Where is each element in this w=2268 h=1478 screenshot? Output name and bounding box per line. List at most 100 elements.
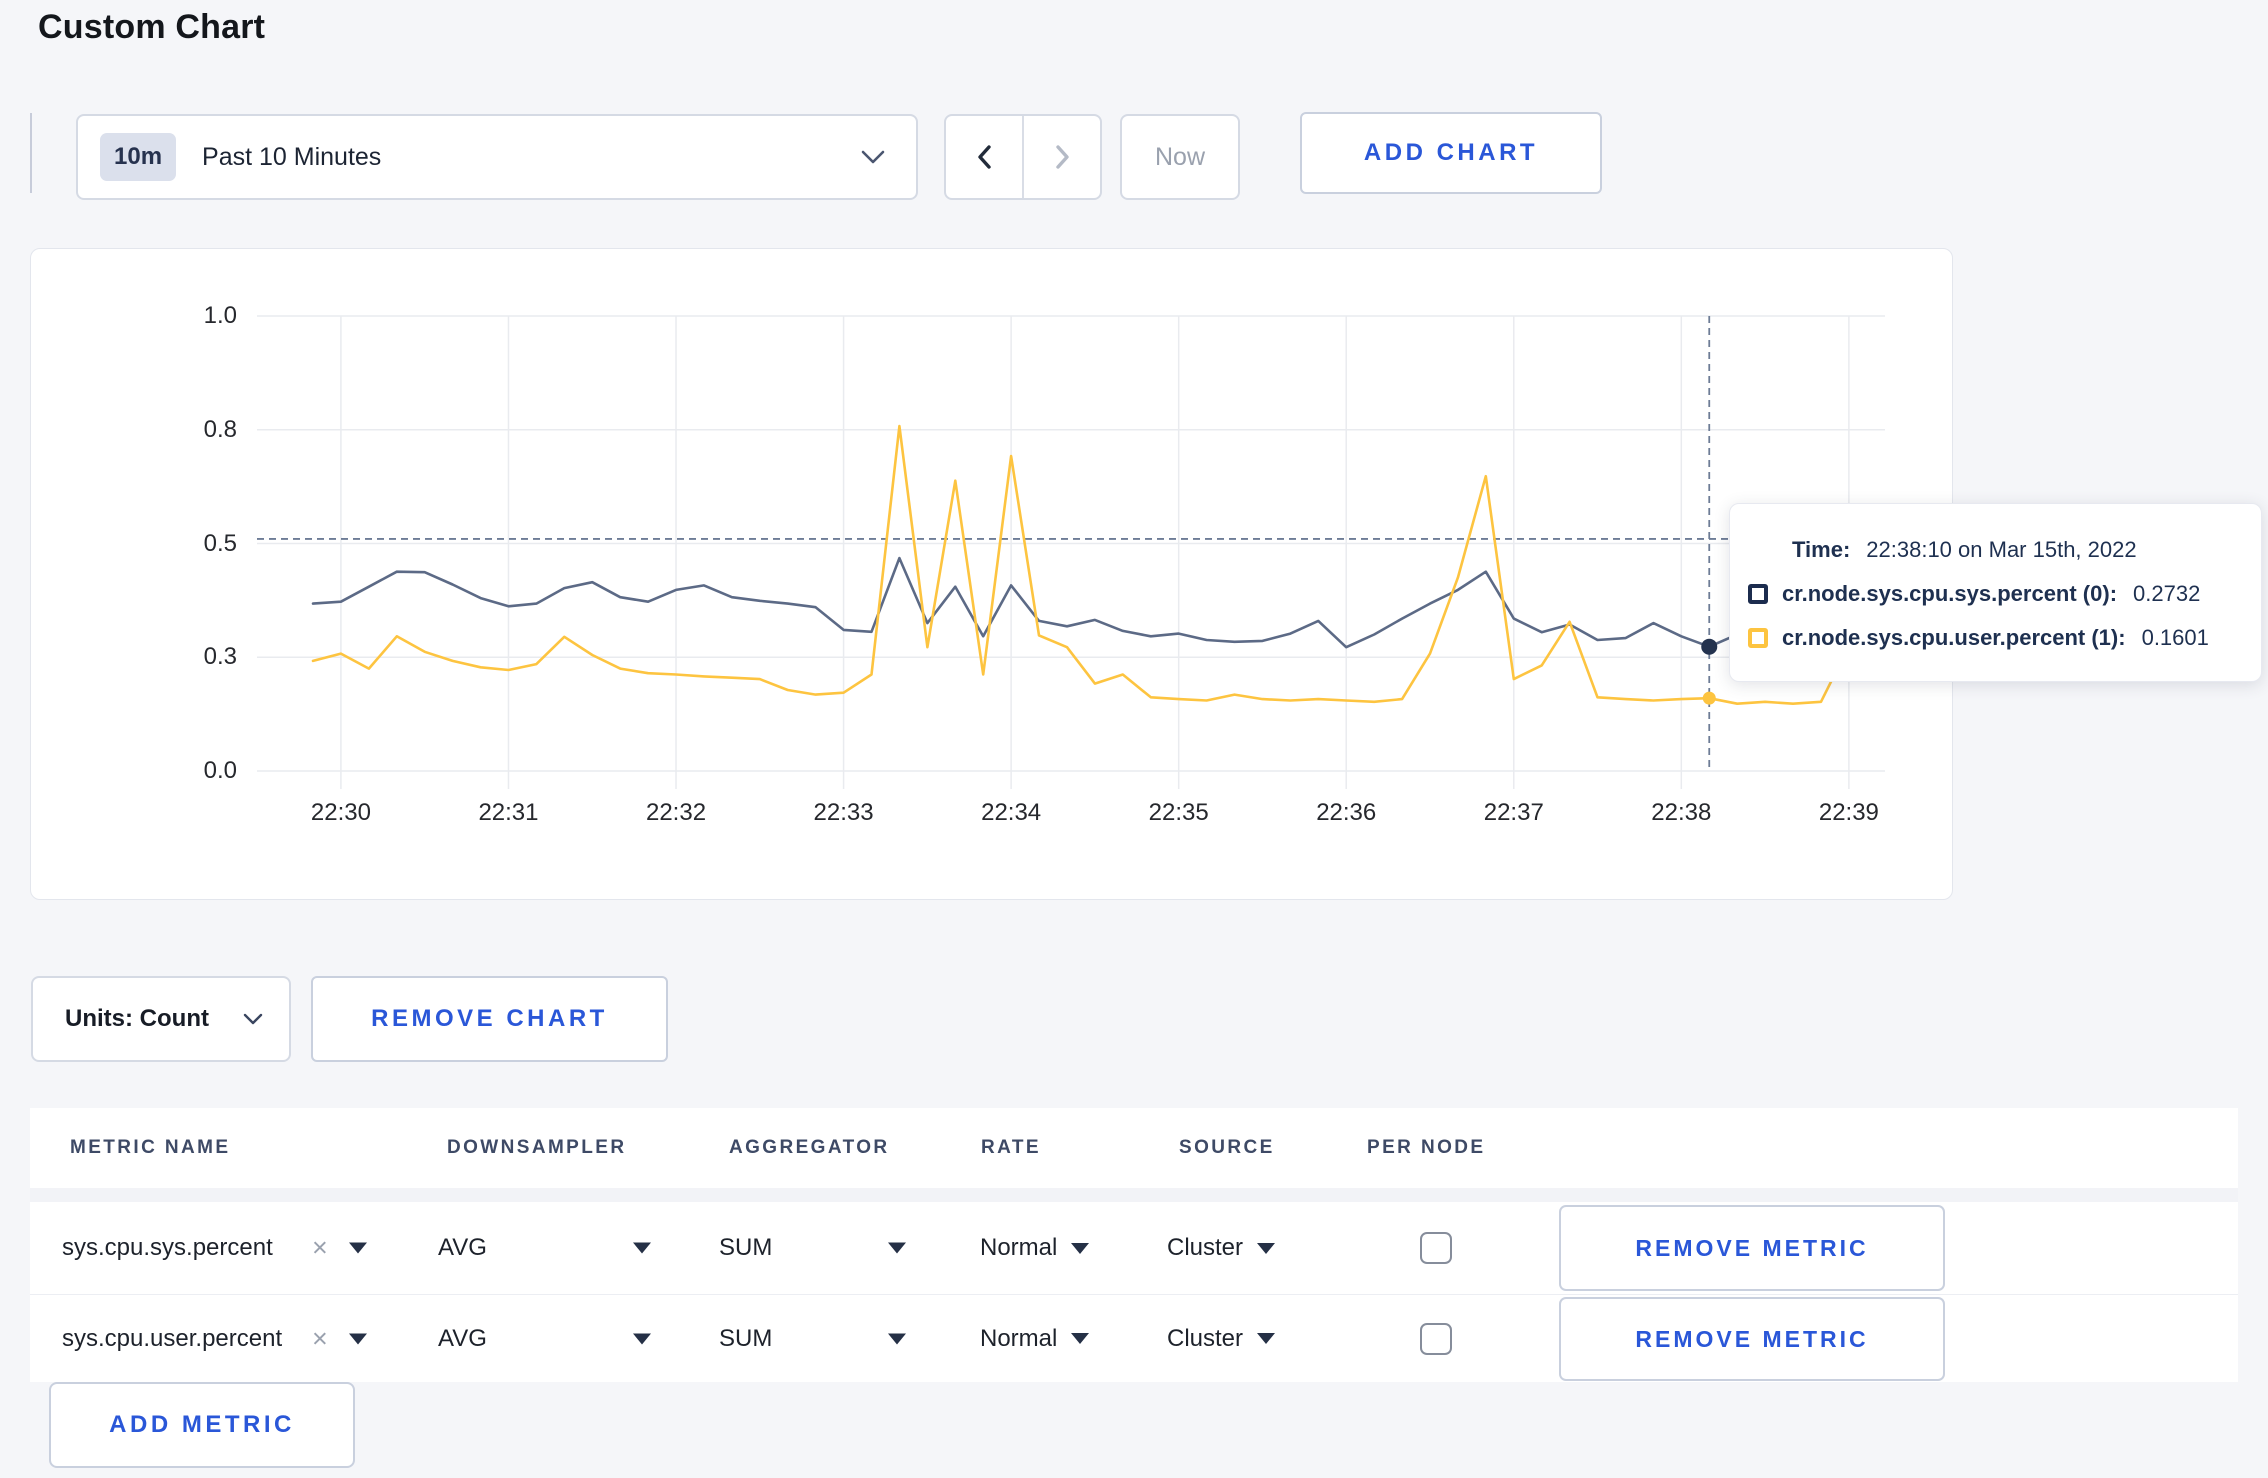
downsampler-value: AVG [438,1324,487,1352]
page-title: Custom Chart [38,8,266,46]
time-prev-button[interactable] [946,116,1022,198]
remove-chart-button[interactable]: REMOVE CHART [311,976,668,1062]
caret-down-icon [349,1242,367,1254]
rate-select[interactable]: Normal [980,1324,1090,1353]
y-axis-tick-label: 0.3 [203,643,237,671]
chevron-left-icon [974,143,994,171]
tooltip-time-row: Time: 22:38:10 on Mar 15th, 2022 [1748,528,2241,572]
aggregator-caret[interactable] [888,1333,906,1344]
per-node-checkbox[interactable] [1420,1322,1452,1355]
clear-x-glyph: × [312,1323,328,1353]
metric-clear-icon[interactable]: × [312,1325,328,1352]
units-label: Units: Count [65,1005,209,1032]
chart-card: 22:30 22:31 22:32 22:33 22:34 22:35 22:36 22:37… [30,248,1953,900]
caret-down-icon [888,1333,906,1344]
downsampler-value: AVG [438,1234,487,1261]
source-value: Cluster [1167,1324,1244,1352]
tooltip-series-value: 0.1601 [2141,625,2209,650]
now-button[interactable]: Now [1120,114,1240,200]
metric-select-caret[interactable] [349,1242,367,1254]
units-select[interactable]: Units: Count [31,976,291,1062]
caret-down-icon [633,1333,651,1344]
metric-name-value: sys.cpu.sys.percent [62,1234,273,1261]
clear-x-glyph: × [312,1232,328,1263]
x-axis-tick-label: 22:38 [1651,799,1712,826]
col-header-downsampler: DOWNSAMPLER [447,1137,627,1158]
downsampler-select[interactable]: AVG [438,1325,487,1353]
col-header-per-node: PER NODE [1367,1137,1486,1158]
aggregator-select[interactable]: SUM [719,1325,772,1353]
toolbar-left-divider [30,113,32,193]
metric-clear-icon[interactable]: × [312,1232,328,1263]
tooltip-time-label: Time: [1792,537,1851,562]
aggregator-select[interactable]: SUM [719,1234,772,1262]
x-axis-tick-label: 22:34 [981,799,1042,826]
tooltip-series-value: 0.2732 [2133,581,2201,606]
y-axis-tick-label: 0.0 [203,757,237,784]
caret-down-icon [1257,1333,1276,1344]
time-range-badge: 10m [100,133,177,181]
x-axis-tick-label: 22:35 [1148,799,1209,826]
caret-down-icon [1071,1242,1090,1254]
tooltip-series-row: cr.node.sys.cpu.user.percent (1): 0.1601 [1748,616,2241,660]
col-header-metric-name: METRIC NAME [70,1137,231,1158]
tooltip-series-row: cr.node.sys.cpu.sys.percent (0): 0.2732 [1748,572,2241,616]
add-metric-button[interactable]: ADD METRIC [49,1382,355,1468]
x-axis-tick-label: 22:33 [813,799,874,826]
rate-value: Normal [980,1324,1058,1352]
metric-name-select[interactable]: sys.cpu.sys.percent [62,1234,273,1262]
x-axis-tick-label: 22:32 [645,799,707,826]
metric-row: sys.cpu.sys.percent × AVG SUM Normal Clu… [30,1202,2238,1294]
source-select[interactable]: Cluster [1167,1234,1276,1262]
caret-down-icon [349,1333,367,1344]
rate-select[interactable]: Normal [980,1234,1090,1262]
col-header-rate: RATE [981,1137,1041,1158]
user-series-swatch-icon [1748,628,1768,648]
caret-down-icon [1071,1333,1090,1344]
chevron-down-icon [243,1013,263,1026]
chevron-down-icon [860,149,886,165]
chevron-right-icon [1052,143,1072,171]
x-axis-tick-label: 22:30 [310,799,371,826]
remove-metric-button[interactable]: REMOVE METRIC [1559,1205,1945,1291]
tooltip-series-name: cr.node.sys.cpu.sys.percent (0): [1782,581,2118,606]
aggregator-caret[interactable] [888,1242,906,1254]
per-node-checkbox[interactable] [1420,1232,1452,1264]
metric-select-caret[interactable] [349,1333,367,1344]
aggregator-value: SUM [719,1324,773,1352]
x-axis-tick-label: 22:37 [1483,799,1544,826]
source-select[interactable]: Cluster [1167,1324,1276,1353]
x-axis-tick-label: 22:31 [478,799,539,826]
sys-series-swatch-icon [1748,584,1768,604]
metric-row: sys.cpu.user.percent × AVG SUM Normal Cl… [30,1294,2238,1382]
col-header-source: SOURCE [1179,1137,1275,1158]
time-range-select[interactable]: 10m Past 10 Minutes [76,114,918,200]
time-nav-group [944,114,1102,200]
x-axis-tick-label: 22:39 [1818,799,1879,826]
remove-metric-button[interactable]: REMOVE METRIC [1559,1297,1945,1381]
col-header-aggregator: AGGREGATOR [729,1137,890,1158]
metric-name-select[interactable]: sys.cpu.user.percent [62,1325,282,1353]
caret-down-icon [1257,1242,1276,1254]
source-value: Cluster [1167,1234,1244,1261]
tooltip-series-name: cr.node.sys.cpu.user.percent (1): [1782,625,2126,650]
rate-value: Normal [980,1234,1058,1261]
downsampler-caret[interactable] [633,1333,651,1344]
time-next-button[interactable] [1024,116,1100,198]
tooltip-time-value: 22:38:10 on Mar 15th, 2022 [1866,537,2137,562]
downsampler-caret[interactable] [633,1242,651,1254]
add-chart-button[interactable]: ADD CHART [1300,112,1602,194]
caret-down-icon [888,1242,906,1254]
metric-name-value: sys.cpu.user.percent [62,1324,283,1352]
x-axis-tick-label: 22:36 [1316,799,1377,826]
caret-down-icon [633,1242,651,1254]
metrics-table: METRIC NAME DOWNSAMPLER AGGREGATOR RATE … [30,1108,2238,1382]
chart-tooltip: Time: 22:38:10 on Mar 15th, 2022 cr.node… [1729,503,2262,682]
y-axis-tick-label: 0.8 [203,415,237,443]
y-axis-tick-label: 1.0 [203,302,237,329]
downsampler-select[interactable]: AVG [438,1234,487,1262]
time-range-label: Past 10 Minutes [202,142,382,171]
table-header-divider [30,1188,2238,1202]
y-axis-tick-label: 0.5 [203,529,237,557]
aggregator-value: SUM [719,1234,773,1261]
